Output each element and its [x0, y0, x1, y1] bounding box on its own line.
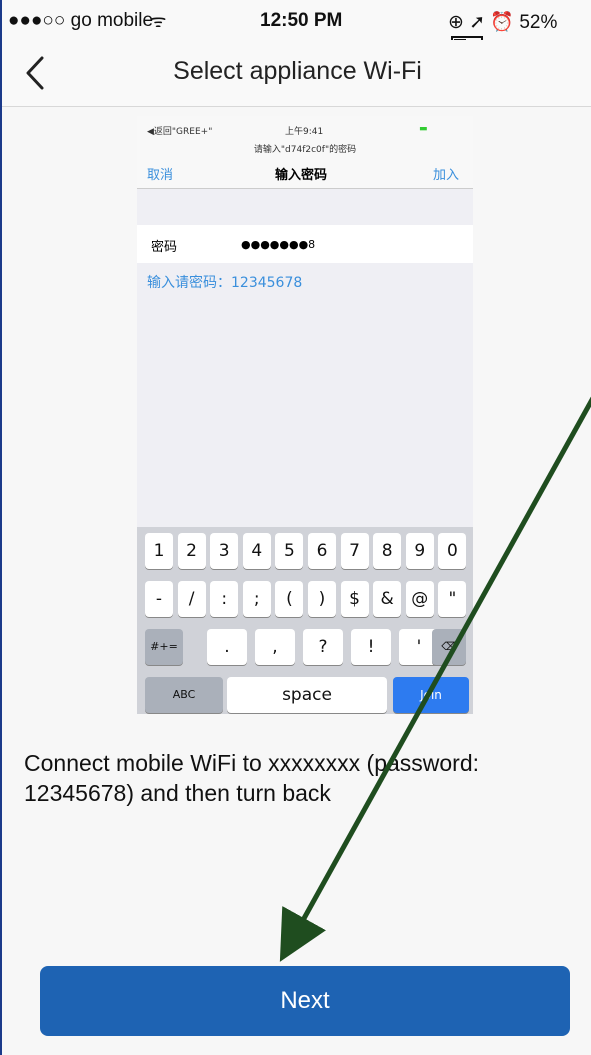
- keyboard-row: #+=.,?! ' ⌫: [141, 629, 469, 677]
- keyboard-key: 5: [275, 533, 304, 569]
- guide-back-label: ◀返回"GREE+": [147, 127, 213, 137]
- status-bar: ●●●○○ go mobile ᯤ 12:50 PM ⊕ ➚ ⏰ 52%: [2, 0, 591, 54]
- guide-battery-icon: ▬: [419, 124, 428, 134]
- guide-password-value: ●●●●●●●8: [241, 238, 316, 251]
- keyboard-key: 4: [242, 533, 271, 569]
- keyboard-key: ABC: [145, 677, 223, 713]
- keyboard-key: ): [308, 581, 336, 617]
- keyboard-key: 7: [340, 533, 369, 569]
- guide-keyboard: 1234567890 - /:;() $ & @ " #+=.,?! ' ⌫ ABC space…: [137, 527, 473, 714]
- location-icon: ➚: [469, 12, 486, 33]
- keyboard-key: 0: [438, 533, 467, 569]
- page-title: Select appliance Wi-Fi: [173, 57, 422, 85]
- keyboard-key: ": [438, 581, 467, 617]
- keyboard-key: ,: [255, 629, 295, 665]
- next-button[interactable]: Next: [40, 966, 570, 1036]
- keyboard-key: /: [177, 581, 206, 617]
- keyboard-key: 3: [210, 533, 239, 569]
- carrier-label: ●●●○○ go mobile: [8, 10, 154, 31]
- guide-password-label: 密码: [151, 240, 178, 255]
- guide-password-row: 密码 ●●●●●●●8: [137, 225, 473, 263]
- keyboard-key: space: [227, 677, 387, 713]
- keyboard-key: :: [210, 581, 239, 617]
- keyboard-row: ABC space Join: [141, 677, 469, 714]
- keyboard-key: 2: [177, 533, 206, 569]
- keyboard-row: 1234567890: [141, 533, 469, 581]
- keyboard-key: 9: [405, 533, 434, 569]
- keyboard-key: Join: [393, 677, 469, 713]
- lock-rotation-icon: ⊕: [448, 12, 464, 33]
- guide-hint: 输入请密码：12345678: [137, 263, 473, 527]
- navigation-bar: Select appliance Wi-Fi: [2, 40, 591, 107]
- guide-screenshot: ◀返回"GREE+" 上午9:41 ▬ 请输入"d74f2c0f"的密码 取消 …: [137, 116, 473, 714]
- keyboard-key: ⌫: [432, 629, 466, 665]
- battery-percent: 52%: [519, 12, 558, 33]
- keyboard-key: &: [373, 581, 402, 617]
- keyboard-key: $: [340, 581, 369, 617]
- keyboard-key: 1: [145, 533, 173, 569]
- wifi-icon: ᯤ: [150, 11, 167, 31]
- keyboard-key: .: [207, 629, 247, 665]
- keyboard-key: 6: [308, 533, 336, 569]
- guide-nav: 取消 输入密码 加入: [137, 156, 473, 189]
- instruction-text: Connect mobile WiFi to xxxxxxxx (passwor…: [24, 750, 480, 806]
- guide-gap: [137, 189, 473, 225]
- keyboard-key: !: [351, 629, 391, 665]
- keyboard-key: #+=: [145, 629, 183, 665]
- guide-prompt: 请输入"d74f2c0f"的密码: [137, 142, 473, 156]
- alarm-icon: ⏰: [490, 12, 515, 33]
- keyboard-key: (: [275, 581, 304, 617]
- guide-join: 加入: [433, 168, 460, 183]
- keyboard-key: ;: [242, 581, 271, 617]
- keyboard-key: -: [145, 581, 173, 617]
- guide-time: 上午9:41: [285, 127, 324, 137]
- keyboard-key: ?: [303, 629, 343, 665]
- guide-title: 输入密码: [275, 168, 328, 183]
- clock: 12:50 PM: [260, 10, 343, 31]
- keyboard-key: @: [405, 581, 434, 617]
- guide-status-bar: ◀返回"GREE+" 上午9:41 ▬: [137, 116, 473, 142]
- keyboard-key: 8: [373, 533, 402, 569]
- guide-cancel: 取消: [147, 168, 174, 183]
- keyboard-row: - /:;() $ & @ ": [141, 581, 469, 629]
